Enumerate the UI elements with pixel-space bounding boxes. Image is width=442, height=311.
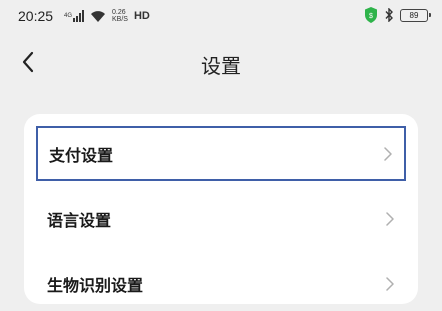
payment-settings-item[interactable]: 支付设置 <box>36 126 406 181</box>
language-settings-label: 语言设置 <box>47 210 112 230</box>
shield-icon: $ <box>365 7 377 23</box>
status-icons-right: $ 89 <box>364 7 431 23</box>
settings-card: 支付设置 语言设置 生物识别设置 <box>24 114 418 304</box>
wifi-icon <box>91 10 105 22</box>
chevron-right-icon <box>384 146 392 161</box>
chevron-right-icon <box>386 276 394 291</box>
status-icons-left: 4G 0.26 KB/S HD <box>64 9 150 23</box>
svg-text:4G: 4G <box>64 13 72 19</box>
language-settings-item[interactable]: 语言设置 <box>36 191 406 246</box>
biometric-settings-label: 生物识别设置 <box>47 275 144 295</box>
net-speed: 0.26 KB/S <box>112 9 128 23</box>
payment-settings-label: 支付设置 <box>49 145 114 165</box>
battery-level: 89 <box>409 10 419 20</box>
status-time: 20:25 <box>18 8 54 24</box>
svg-text:$: $ <box>369 13 373 20</box>
bluetooth-icon <box>385 8 393 22</box>
biometric-settings-item[interactable]: 生物识别设置 <box>36 256 406 311</box>
battery-icon: 89 <box>400 8 431 22</box>
net-speed-value: 0.26 <box>112 9 126 16</box>
signal-icon: 4G <box>64 9 84 22</box>
hd-label: HD <box>133 10 150 22</box>
chevron-right-icon <box>386 211 394 226</box>
status-bar: 20:25 4G 0.26 KB/S HD $ 89 <box>0 0 442 34</box>
nav-bar: 设置 <box>0 40 442 84</box>
net-speed-unit: KB/S <box>112 16 128 23</box>
page-title: 设置 <box>201 54 241 78</box>
